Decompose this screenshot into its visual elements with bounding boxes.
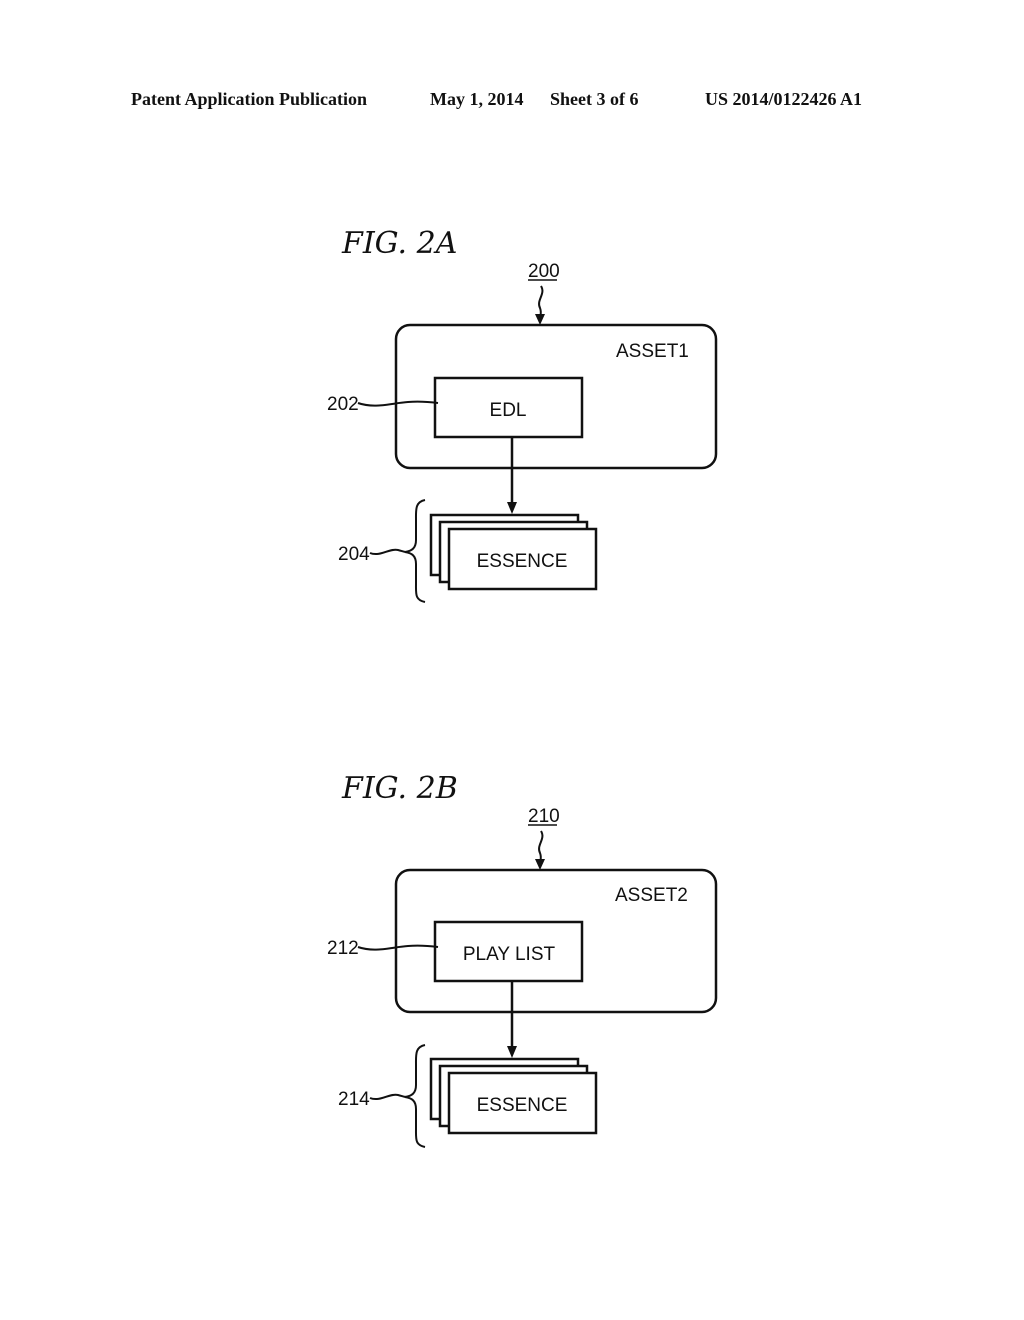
figure-title: FIG. 2A <box>341 226 457 261</box>
arrow-head <box>507 1046 517 1058</box>
arrow-head <box>507 502 517 514</box>
lead-line <box>369 1093 407 1100</box>
figure-2a: FIG. 2A 200 ASSET1 EDL 202 204 ESSENCE <box>327 226 718 603</box>
bracket <box>404 1044 426 1148</box>
bracket <box>404 499 426 603</box>
reference-numeral: 212 <box>327 938 359 959</box>
playlist-label: PLAY LIST <box>463 944 556 965</box>
lead-line <box>538 285 544 319</box>
lead-line <box>538 830 544 864</box>
figure-title: FIG. 2B <box>341 771 458 806</box>
arrow-head <box>535 859 545 870</box>
essence-label: ESSENCE <box>477 551 568 572</box>
figure-canvas: FIG. 2A 200 ASSET1 EDL 202 204 ESSENCE F… <box>327 226 718 1148</box>
reference-numeral: 210 <box>528 806 560 827</box>
essence-label: ESSENCE <box>477 1095 568 1116</box>
reference-numeral: 200 <box>528 261 560 282</box>
reference-numeral: 204 <box>338 544 370 565</box>
edl-label: EDL <box>490 400 527 421</box>
asset-label: ASSET1 <box>616 341 689 362</box>
figure-2b: FIG. 2B 210 ASSET2 PLAY LIST 212 214 ESS… <box>327 771 718 1148</box>
reference-numeral: 202 <box>327 394 359 415</box>
reference-numeral: 214 <box>338 1089 370 1110</box>
asset-label: ASSET2 <box>615 885 688 906</box>
arrow-head <box>535 314 545 325</box>
lead-line <box>369 548 407 555</box>
